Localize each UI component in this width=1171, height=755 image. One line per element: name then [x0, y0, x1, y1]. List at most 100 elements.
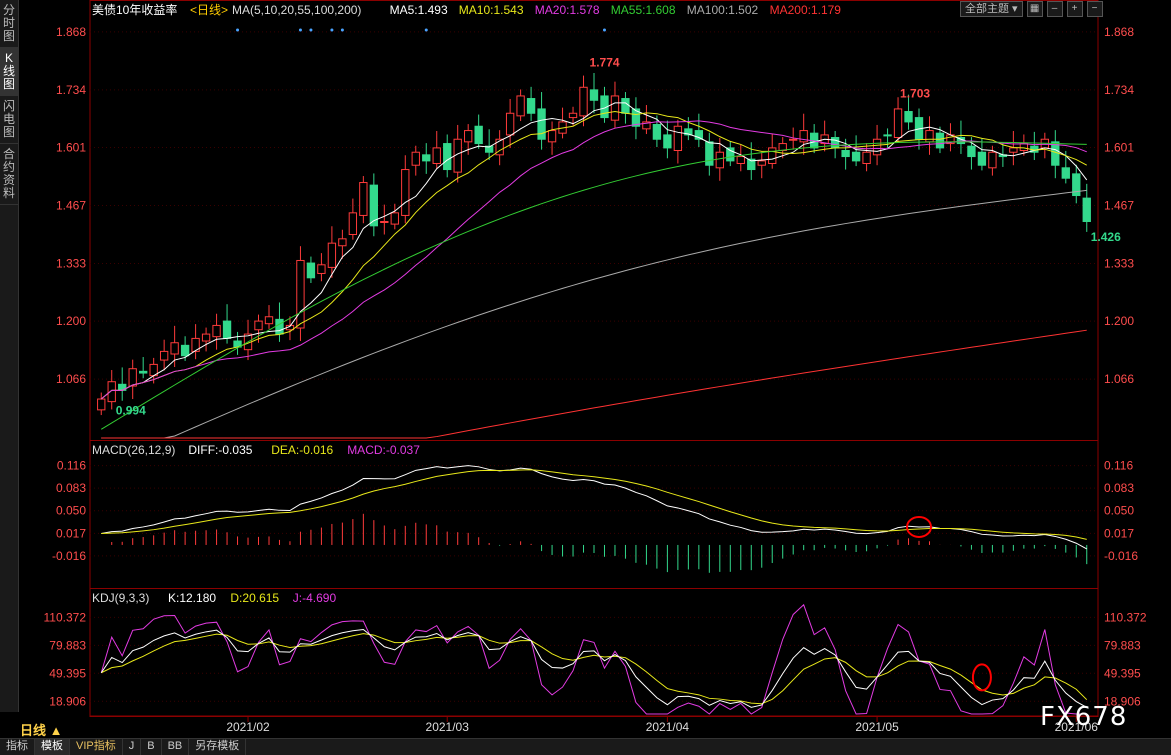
y-tick-left: 1.868	[56, 25, 86, 39]
candle-body	[610, 95, 620, 121]
x-tick-label: 2021/05	[855, 720, 899, 734]
legend-item: MA5:1.493	[390, 3, 448, 17]
bottom-tab-0[interactable]: 指标	[0, 739, 35, 755]
candle-body	[883, 134, 892, 137]
candle-body	[264, 316, 274, 325]
candle-body	[1009, 147, 1018, 153]
candle-body	[547, 130, 557, 143]
event-marker	[309, 28, 313, 32]
candle-body	[1082, 197, 1091, 223]
candle-body	[317, 264, 326, 274]
y-tick-left: 1.200	[56, 314, 86, 328]
candle-body	[306, 262, 316, 279]
zoom-in-icon[interactable]: +	[1066, 1, 1083, 17]
event-marker	[340, 28, 344, 32]
y-tick-left: 1.734	[56, 83, 86, 97]
candle-body	[663, 134, 672, 149]
bottom-tab-2[interactable]: VIP指标	[70, 739, 123, 755]
candle-body	[201, 333, 211, 342]
y-tick-right: 1.734	[1104, 83, 1134, 97]
y-tick-left: 110.372	[44, 610, 87, 624]
y-tick-left: 18.906	[49, 694, 86, 708]
ma20-line	[100, 120, 1087, 400]
y-tick-left: 0.083	[56, 481, 86, 495]
bottom-tab-1[interactable]: 模板	[35, 739, 70, 755]
candle-body	[736, 156, 745, 164]
candle-body	[1019, 143, 1029, 151]
watermark-logo: FX678	[1040, 702, 1128, 732]
period-selector[interactable]: 日线 ▲	[20, 720, 62, 739]
candle-body	[401, 169, 410, 216]
legend-item: DEA:-0.016	[271, 443, 333, 457]
legend-item: MA10:1.543	[459, 3, 524, 17]
candle-body	[925, 130, 934, 143]
candle-body	[977, 151, 987, 166]
candle-body	[589, 89, 599, 101]
candle-body	[893, 108, 903, 139]
candle-body	[851, 151, 861, 162]
candle-body	[275, 318, 284, 335]
candle-body	[621, 98, 630, 114]
candle-body	[139, 370, 148, 374]
candle-body	[327, 242, 337, 268]
theme-select[interactable]: 全部主题 ▾	[960, 1, 1023, 17]
y-tick-right: 1.868	[1104, 25, 1134, 39]
zoom-out-icon[interactable]: −	[1086, 1, 1103, 17]
candle-body	[673, 125, 683, 151]
y-tick-right: 0.083	[1104, 481, 1134, 495]
highlight-circle	[971, 663, 992, 692]
candle-body	[1061, 167, 1070, 179]
bottom-tab-5[interactable]: BB	[162, 739, 190, 755]
candle-body	[862, 151, 871, 164]
legend-item: MACD:-0.037	[347, 443, 420, 457]
legend-item: MA55:1.608	[611, 3, 676, 17]
candle-body	[338, 238, 347, 247]
y-tick-right: 1.200	[1104, 314, 1134, 328]
ma100-line	[101, 189, 1087, 439]
y-tick-right: 1.467	[1104, 198, 1134, 212]
y-tick-right: 0.116	[1104, 459, 1133, 473]
high2-label: 1.703	[900, 86, 930, 100]
bottom-tab-bar: 指标 模板 VIP指标 J B BB 另存模板	[0, 738, 1171, 755]
panel-period: <日线>	[190, 3, 228, 17]
bottom-tab-6[interactable]: 另存模板	[189, 739, 247, 755]
legend-item: J:-4.690	[293, 591, 337, 605]
y-tick-right: 49.395	[1104, 666, 1141, 680]
candle-body	[222, 320, 232, 339]
minimize-icon[interactable]: –	[1046, 1, 1063, 17]
y-tick-right: 79.883	[1104, 638, 1141, 652]
bottom-tab-3[interactable]: J	[123, 739, 142, 755]
candle-body	[443, 143, 452, 171]
legend-item: KDJ(9,3,3)	[92, 591, 149, 605]
top-controls: 全部主题 ▾ ▦ – + −	[960, 1, 1103, 17]
low-label: 0.994	[116, 403, 146, 417]
candle-body	[212, 324, 221, 338]
y-tick-right: -0.016	[1104, 549, 1138, 563]
candle-body	[904, 111, 913, 123]
candle-body	[505, 112, 515, 136]
candle-body	[159, 350, 169, 361]
candle-body	[789, 138, 798, 141]
candle-body	[579, 86, 588, 117]
panel-title: 美债10年收益率	[92, 2, 177, 17]
chart-canvas: 1.868 1.868 1.734 1.734 1.601 1.601 1.467 1.467…	[44, 0, 1147, 734]
y-tick-right: 110.372	[1104, 610, 1147, 624]
legend-item: D:20.615	[230, 591, 279, 605]
candle-body	[390, 212, 399, 225]
candle-body	[359, 182, 368, 216]
panel-frame-1	[89, 440, 1099, 589]
kdj-k-line	[100, 628, 1088, 708]
candle-body	[988, 151, 997, 169]
candle-body	[180, 344, 190, 357]
legend-item: MACD(26,12,9)	[92, 443, 175, 457]
candle-body	[768, 147, 777, 164]
y-tick-left: 1.601	[56, 140, 86, 154]
legend-item: K:12.180	[168, 591, 216, 605]
y-tick-left: 1.467	[56, 198, 86, 212]
candle-body	[296, 259, 305, 329]
grid-layout-icon[interactable]: ▦	[1026, 1, 1043, 17]
candle-body	[432, 147, 441, 164]
bottom-tab-4[interactable]: B	[141, 739, 162, 755]
candle-body	[516, 95, 525, 117]
candle-body	[474, 125, 483, 145]
